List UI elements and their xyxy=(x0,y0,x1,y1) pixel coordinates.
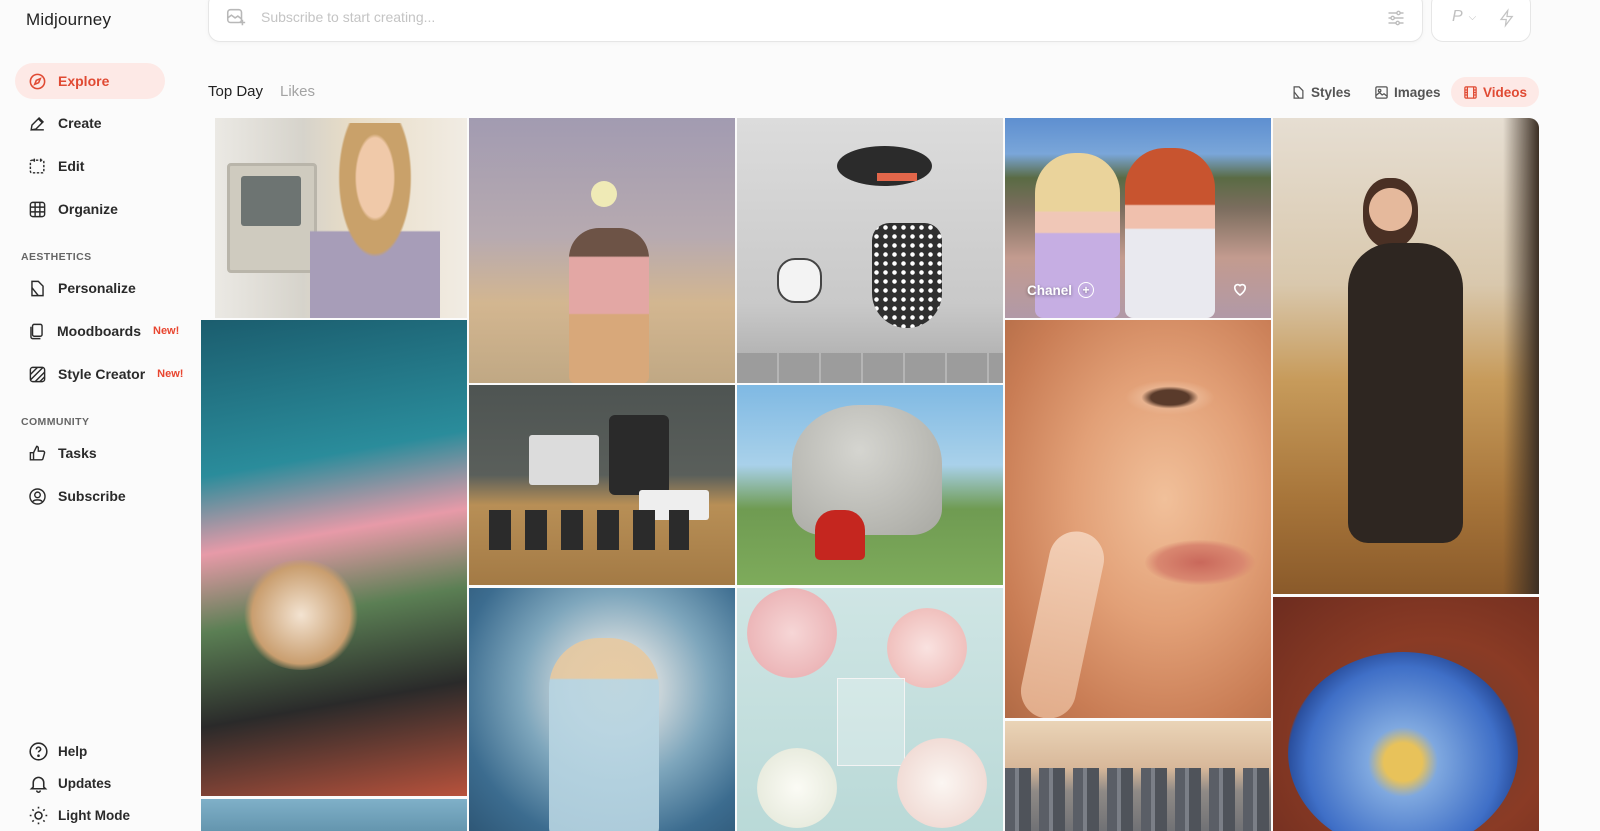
filter-styles[interactable]: Styles xyxy=(1279,77,1363,107)
image-icon xyxy=(1375,85,1388,99)
edit-icon xyxy=(27,156,47,176)
sidebar: Midjourney Explore Create Edit Organize … xyxy=(0,0,200,831)
bolt-icon[interactable] xyxy=(1498,8,1516,28)
sidebar-item-tasks[interactable]: Tasks xyxy=(15,435,165,471)
sidebar-item-label: Personalize xyxy=(58,280,136,296)
user-circle-icon xyxy=(27,486,47,506)
sidebar-item-help[interactable]: Help xyxy=(27,740,87,762)
mode-selector[interactable]: P ⌵ xyxy=(1431,0,1531,42)
sidebar-item-personalize[interactable]: Personalize xyxy=(15,270,165,306)
filter-label: Videos xyxy=(1483,84,1528,100)
sidebar-item-label: Explore xyxy=(58,73,110,89)
gallery-tile[interactable] xyxy=(737,118,1003,383)
follow-plus-icon[interactable]: + xyxy=(1078,282,1095,298)
sidebar-item-style-creator[interactable]: Style Creator New! xyxy=(15,356,190,392)
sidebar-item-edit[interactable]: Edit xyxy=(15,148,165,184)
filter-videos[interactable]: Videos xyxy=(1451,77,1540,107)
filter-images[interactable]: Images xyxy=(1362,77,1453,107)
prompt-bar xyxy=(208,0,1423,42)
sidebar-item-explore[interactable]: Explore xyxy=(15,63,165,99)
community-section-label: COMMUNITY xyxy=(21,416,90,428)
sidebar-item-label: Organize xyxy=(58,201,118,217)
app-logo[interactable]: Midjourney xyxy=(26,10,111,30)
gallery-tile[interactable] xyxy=(1005,320,1271,718)
add-image-icon[interactable] xyxy=(225,6,247,28)
new-badge: New! xyxy=(153,325,180,337)
sidebar-item-subscribe[interactable]: Subscribe xyxy=(15,478,165,514)
gallery-tile[interactable] xyxy=(215,118,467,318)
sidebar-item-label: Style Creator xyxy=(58,366,146,382)
gallery-tile[interactable] xyxy=(737,385,1003,585)
video-icon xyxy=(1464,85,1477,99)
style-creator-icon xyxy=(27,364,47,384)
sidebar-item-label: Updates xyxy=(58,775,112,791)
sidebar-item-label: Create xyxy=(58,115,102,131)
filter-label: Styles xyxy=(1311,84,1351,100)
tab-likes[interactable]: Likes xyxy=(280,83,315,100)
sidebar-item-label: Tasks xyxy=(58,445,97,461)
sidebar-item-light-mode[interactable]: Light Mode xyxy=(27,804,130,826)
hover-card-info: Chanel + xyxy=(1027,282,1095,298)
tab-top-day[interactable]: Top Day xyxy=(208,83,263,100)
gallery-tile[interactable] xyxy=(1005,721,1271,831)
gallery-tile[interactable] xyxy=(469,118,735,383)
creator-name[interactable]: Chanel xyxy=(1027,283,1072,298)
gallery-tile[interactable] xyxy=(1273,597,1539,831)
thumbs-up-icon xyxy=(27,443,47,463)
compass-icon xyxy=(27,71,47,91)
new-badge: New! xyxy=(157,368,184,380)
grid-icon xyxy=(27,199,47,219)
sidebar-item-updates[interactable]: Updates xyxy=(27,772,111,794)
heart-icon[interactable] xyxy=(1231,280,1249,298)
sidebar-item-moodboards[interactable]: Moodboards New! xyxy=(15,313,179,349)
prompt-input[interactable] xyxy=(261,9,1341,25)
aesthetics-section-label: AESTHETICS xyxy=(21,251,92,263)
sidebar-item-label: Subscribe xyxy=(58,488,126,504)
settings-sliders-icon[interactable] xyxy=(1386,8,1406,28)
sun-icon xyxy=(27,804,49,826)
sidebar-item-label: Light Mode xyxy=(58,807,130,823)
gallery-tile[interactable] xyxy=(201,320,467,796)
styles-icon xyxy=(1293,85,1304,99)
gallery-tile[interactable] xyxy=(1273,118,1539,594)
gallery-tile[interactable] xyxy=(469,385,735,585)
sidebar-item-create[interactable]: Create xyxy=(15,105,165,141)
gallery-tile[interactable] xyxy=(469,588,735,831)
gallery-tile[interactable] xyxy=(737,588,1003,831)
personalize-icon xyxy=(27,278,47,298)
moodboard-icon xyxy=(27,321,46,341)
gallery-tile[interactable] xyxy=(201,799,467,831)
mode-label: P xyxy=(1452,8,1463,25)
gallery-tile[interactable]: Chanel + xyxy=(1005,118,1271,318)
sidebar-item-organize[interactable]: Organize xyxy=(15,191,165,227)
sidebar-item-label: Help xyxy=(58,743,88,759)
brush-icon xyxy=(27,113,47,133)
chevron-down-icon: ⌵ xyxy=(1468,11,1477,23)
bell-icon xyxy=(27,772,49,794)
help-icon xyxy=(27,740,49,762)
sidebar-item-label: Edit xyxy=(58,158,85,174)
filter-label: Images xyxy=(1394,84,1441,100)
sidebar-item-label: Moodboards xyxy=(57,323,141,339)
